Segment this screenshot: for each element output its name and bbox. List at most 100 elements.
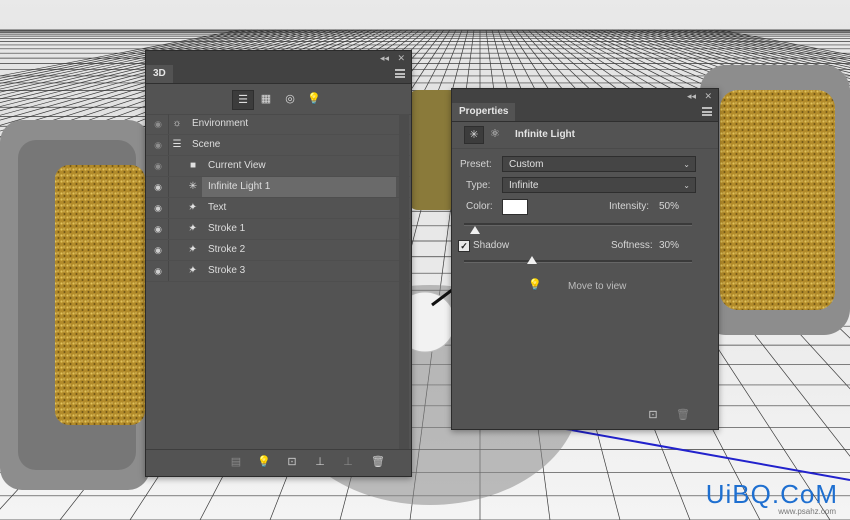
intensity-slider-thumb[interactable] [470, 226, 481, 234]
move-to-view-icon: 💡 [528, 279, 542, 291]
shadow-checkbox[interactable]: ✓ [458, 240, 470, 252]
type-label: Type: [466, 180, 491, 191]
intensity-slider[interactable] [464, 222, 692, 234]
eye-divider [168, 198, 169, 218]
stroke-3-type-icon: ✦ [188, 265, 198, 276]
eye-icon[interactable]: ◉ [151, 240, 165, 260]
material-filter-icon[interactable]: ◎ [280, 90, 300, 108]
preset-label: Preset: [460, 159, 492, 170]
shadow-row: ✓ Shadow Softness: 30% [452, 237, 718, 255]
type-row: Type: Infinite ⌄ [452, 177, 718, 195]
eye-icon[interactable]: ◉ [151, 261, 165, 281]
light-filter-icon[interactable]: 💡 [304, 90, 324, 108]
type-value: Infinite [509, 180, 539, 191]
preset-row: Preset: Custom ⌄ [452, 156, 718, 174]
3d-panel-bottom-bar: ▤ 💡 ⊡ ⊥ ⊥ 🗑 [146, 449, 411, 476]
eye-divider [168, 261, 169, 281]
intensity-label: Intensity: [609, 201, 650, 212]
environment-type-icon: ☼ [172, 118, 182, 129]
delete-light-icon[interactable]: ⊥ [340, 455, 356, 468]
stroke-2-type-icon: ✦ [188, 244, 198, 255]
watermark-logo-text: UiBQ.CoM [705, 479, 838, 509]
softness-track [464, 260, 692, 263]
properties-titlebar[interactable]: ◂◂ ✕ [452, 89, 718, 103]
intensity-value[interactable]: 50% [659, 201, 679, 212]
eye-icon[interactable]: ◉ [151, 198, 165, 218]
layer-label: Stroke 2 [208, 244, 246, 255]
close-panel-icon[interactable]: ✕ [397, 52, 405, 64]
trash-icon[interactable]: 🗑 [675, 408, 691, 421]
layer-row-stroke-2[interactable]: ◉ › ✦ Stroke 2 [146, 240, 410, 261]
drop-to-plane-icon[interactable]: ⊥ [312, 455, 328, 468]
properties-bottom-bar: ⊡ 🗑 [452, 403, 718, 429]
eye-divider [168, 219, 169, 239]
3d-scene-render [0, 29, 850, 520]
layer-row-text[interactable]: ◉ › ✦ Text [146, 198, 410, 219]
eye-divider [168, 135, 169, 155]
eye-divider [168, 240, 169, 260]
scene-cube-icon[interactable]: ⊡ [284, 455, 300, 468]
collapse-panel-icon[interactable]: ◂◂ [380, 52, 389, 64]
3d-viewport[interactable] [0, 0, 850, 520]
letter-f-face [55, 165, 145, 425]
coordinates-mode-icon[interactable]: ⚛ [490, 127, 500, 140]
color-label: Color: [466, 201, 493, 212]
layer-row-scene[interactable]: ◉ ☰ Scene [146, 135, 410, 156]
softness-label: Softness: [611, 240, 653, 251]
render-icon[interactable]: ▤ [228, 455, 244, 468]
letter-y-face [720, 90, 835, 310]
panel-menu-icon[interactable] [395, 69, 405, 78]
color-swatch[interactable] [502, 199, 528, 215]
layer-row-infinite-light-1[interactable]: ◉ ✳ Infinite Light 1 [146, 177, 410, 198]
layer-row-environment[interactable]: ◉ ☼ Environment [146, 114, 410, 135]
watermark-logo: UiBQ.CoM [706, 479, 838, 510]
properties-title: Infinite Light [515, 129, 575, 140]
softness-slider[interactable] [464, 256, 692, 271]
current-view-type-icon: ■ [189, 160, 197, 171]
softness-slider-thumb[interactable] [527, 256, 538, 264]
eye-icon[interactable]: ◉ [151, 156, 165, 176]
layer-label: Infinite Light 1 [208, 181, 271, 192]
collapse-panel-icon[interactable]: ◂◂ [687, 90, 696, 102]
scene-filter-icon[interactable]: ☰ [232, 90, 254, 110]
tab-properties[interactable]: Properties [452, 103, 516, 121]
layer-label: Environment [192, 118, 249, 129]
move-to-view-label: Move to view [568, 281, 627, 292]
intensity-track [464, 223, 692, 226]
eye-icon[interactable]: ◉ [151, 114, 165, 134]
scene-tree-scrollbar[interactable] [399, 114, 409, 471]
add-light-icon[interactable]: 💡 [256, 455, 272, 468]
shadow-label: Shadow [473, 240, 510, 251]
eye-icon[interactable]: ◉ [151, 219, 165, 239]
eye-icon[interactable]: ◉ [151, 135, 165, 155]
tab-3d[interactable]: 3D [146, 65, 173, 83]
preset-value: Custom [509, 159, 544, 170]
scene-type-icon: ☰ [172, 139, 182, 150]
layer-label: Text [208, 202, 227, 213]
trash-icon[interactable]: 🗑 [370, 455, 386, 468]
move-to-view-button[interactable]: 💡 Move to view [528, 277, 648, 295]
layer-label: Scene [192, 139, 221, 150]
3d-filter-bar: ☰ ▦ ◎ 💡 [146, 84, 411, 115]
3d-panel: ◂◂ ✕ 3D ☰ ▦ ◎ 💡 ◉ ☼ Environment ◉ ☰ Scene ◉ ■ Cu… [145, 50, 412, 477]
scene-cube-icon[interactable]: ⊡ [645, 408, 661, 421]
watermark-url: www.psahz.com [778, 507, 836, 516]
mesh-filter-icon[interactable]: ▦ [256, 90, 276, 108]
scene-tree: ◉ ☼ Environment ◉ ☰ Scene ◉ ■ Current View ◉ ✳ Infi… [146, 114, 410, 282]
light-mode-icon[interactable]: ✳ [464, 126, 484, 144]
properties-header: ✳ ⚛ Infinite Light [452, 122, 718, 149]
layer-label: Current View [208, 160, 266, 171]
text-type-icon: ✦ [188, 202, 198, 213]
color-intensity-row: Color: Intensity: 50% [452, 198, 718, 216]
3d-panel-titlebar[interactable]: ◂◂ ✕ [146, 51, 411, 65]
layer-row-stroke-1[interactable]: ◉ › ✦ Stroke 1 [146, 219, 410, 240]
type-select[interactable]: Infinite ⌄ [502, 177, 696, 193]
panel-menu-icon[interactable] [702, 107, 712, 116]
layer-row-current-view[interactable]: ◉ ■ Current View [146, 156, 410, 177]
softness-value[interactable]: 30% [659, 240, 679, 251]
layer-row-stroke-3[interactable]: ◉ › ✦ Stroke 3 [146, 261, 410, 282]
stroke-1-type-icon: ✦ [188, 223, 198, 234]
close-panel-icon[interactable]: ✕ [704, 90, 712, 102]
preset-select[interactable]: Custom ⌄ [502, 156, 696, 172]
eye-icon[interactable]: ◉ [151, 177, 165, 197]
